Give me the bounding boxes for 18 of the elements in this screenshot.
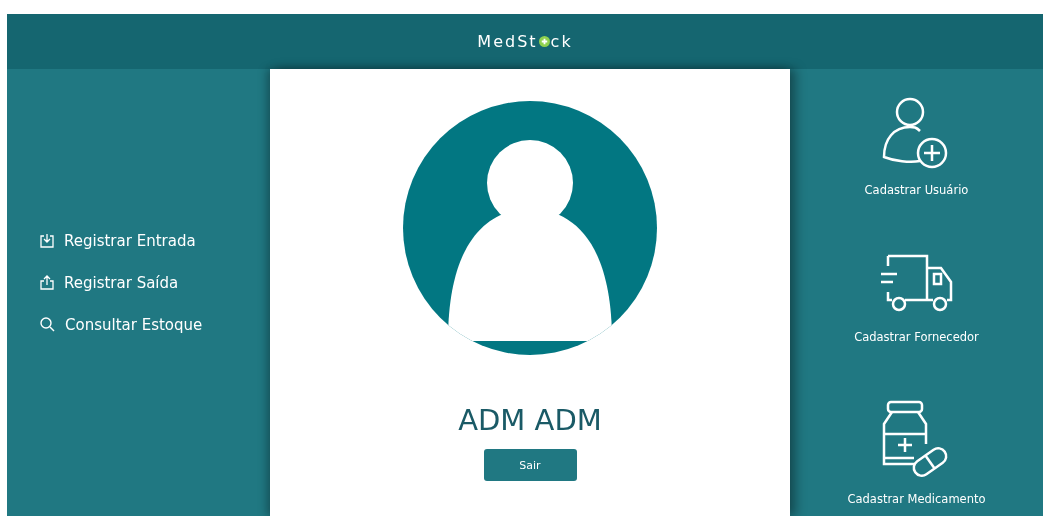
action-label: Cadastrar Usuário [864, 183, 969, 197]
user-name: ADM ADM [458, 403, 602, 437]
logo-text: MedSt [477, 32, 538, 51]
plus-circle-icon [538, 36, 550, 47]
action-label: Cadastrar Medicamento [847, 492, 986, 506]
search-icon [40, 317, 55, 332]
menu-link[interactable]: Registrar Saída [40, 273, 179, 292]
upload-icon [40, 275, 54, 290]
action-link[interactable]: Cadastrar Medicamento [847, 400, 986, 506]
logo-text: ck [550, 32, 573, 51]
download-icon [40, 233, 54, 248]
logout-button[interactable]: Sair [483, 449, 577, 481]
action-label: Cadastrar Fornecedor [854, 329, 979, 344]
menu-link[interactable]: Consultar Estoque [40, 315, 203, 334]
menu-link[interactable]: Registrar Entrada [40, 231, 196, 250]
avatar-icon [403, 101, 657, 355]
action-link[interactable]: Cadastrar Fornecedor [854, 253, 979, 344]
action-link[interactable]: Cadastrar Usuário [864, 97, 969, 197]
